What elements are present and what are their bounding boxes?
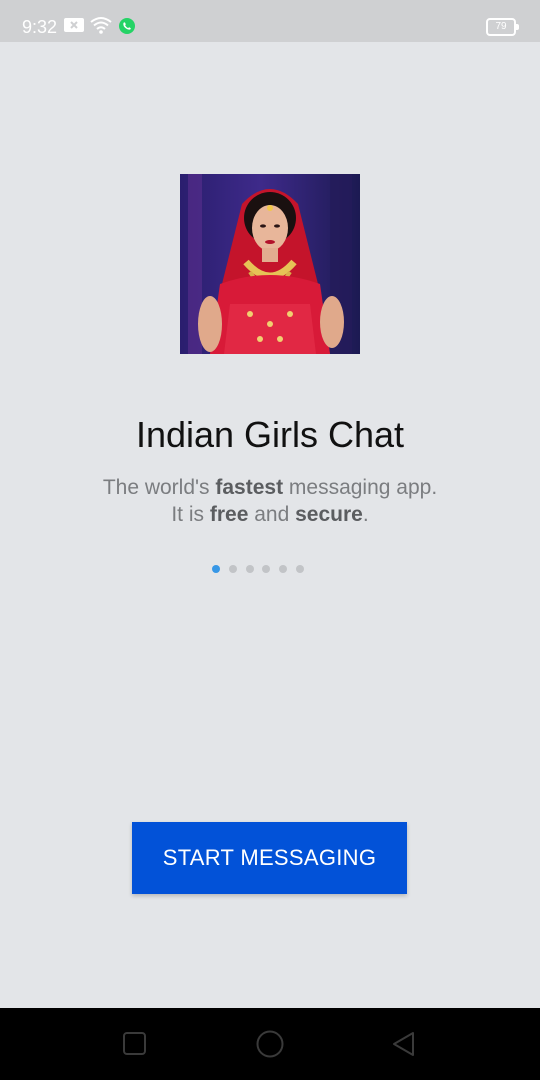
tagline: The world's fastest messaging app. It is… xyxy=(0,474,540,528)
home-icon[interactable] xyxy=(255,1029,284,1058)
page-dot xyxy=(228,565,237,573)
hero-image xyxy=(180,174,360,354)
page-dot xyxy=(296,565,304,573)
notification-icon xyxy=(64,17,84,38)
back-icon[interactable] xyxy=(390,1030,418,1058)
page-dot xyxy=(245,565,254,573)
page-dot-active xyxy=(212,565,220,573)
tagline-emphasis: fastest xyxy=(215,476,284,499)
wifi-icon xyxy=(90,16,112,39)
tagline-text: and xyxy=(248,503,296,526)
app-title: Indian Girls Chat xyxy=(135,414,405,455)
battery-level: 79 xyxy=(495,21,507,32)
onboarding-screen: 9:32 79 Indian Girls Chat The world's fa… xyxy=(0,0,540,1080)
page-indicator xyxy=(209,565,309,575)
recents-icon[interactable] xyxy=(121,1030,149,1058)
status-time: 9:32 xyxy=(22,17,58,37)
start-messaging-button[interactable]: START MESSAGING xyxy=(132,822,407,894)
tagline-emphasis: free xyxy=(209,503,249,526)
tagline-text: The world's xyxy=(102,476,216,499)
page-dot xyxy=(279,565,288,573)
tagline-line-1: The world's fastest messaging app. xyxy=(0,474,540,501)
whatsapp-icon xyxy=(118,17,136,40)
tagline-text: It is xyxy=(171,503,210,526)
navigation-bar xyxy=(0,1008,540,1080)
tagline-text: . xyxy=(362,503,369,526)
tagline-line-2: It is free and secure. xyxy=(0,501,540,528)
battery-icon: 79 xyxy=(486,18,519,36)
status-bar: 9:32 79 xyxy=(0,0,540,42)
tagline-emphasis: secure xyxy=(295,503,363,526)
tagline-text: messaging app. xyxy=(283,476,438,499)
page-dot xyxy=(262,565,271,573)
